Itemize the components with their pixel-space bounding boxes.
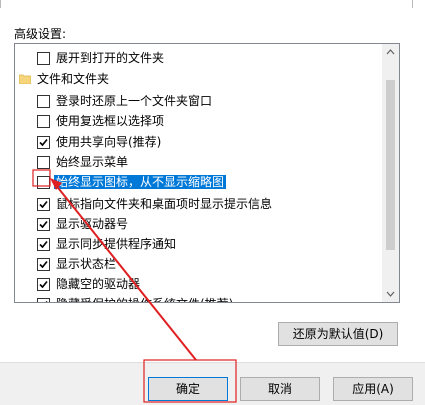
setting-checkbox[interactable] <box>37 218 50 231</box>
vertical-scrollbar[interactable] <box>382 44 399 302</box>
checkmark-icon <box>38 239 49 250</box>
setting-row[interactable]: 显示同步提供程序通知 <box>15 234 381 254</box>
setting-row[interactable]: 显示状态栏 <box>15 254 381 274</box>
settings-tree: 展开到打开的文件夹文件和文件夹登录时还原上一个文件夹窗口 使用复选框以选择项 使用共… <box>15 44 381 302</box>
setting-checkbox[interactable] <box>37 258 50 271</box>
ok-button[interactable]: 确定 <box>148 377 228 401</box>
setting-checkbox[interactable] <box>37 156 50 169</box>
folder-icon <box>18 73 32 85</box>
setting-row[interactable]: 使用复选框以选择项 <box>15 111 381 131</box>
setting-row[interactable]: 鼠标指向文件夹和桌面项时显示提示信息 <box>15 194 381 214</box>
setting-row[interactable]: 显示驱动器号 <box>15 214 381 234</box>
setting-checkbox[interactable] <box>37 198 50 211</box>
setting-checkbox[interactable] <box>37 52 50 65</box>
restore-defaults-button[interactable]: 还原为默认值(D) <box>278 322 398 346</box>
setting-label: 隐藏空的驱动器 <box>56 277 141 291</box>
scrollbar-thumb[interactable] <box>386 80 395 250</box>
checkmark-icon <box>38 279 49 290</box>
scroll-down-arrow-icon[interactable] <box>382 285 399 302</box>
setting-label: 鼠标指向文件夹和桌面项时显示提示信息 <box>56 197 273 211</box>
setting-checkbox[interactable] <box>37 238 50 251</box>
checkmark-icon <box>38 299 49 302</box>
checkmark-icon <box>38 137 49 148</box>
setting-label: 显示驱动器号 <box>56 217 129 231</box>
setting-checkbox[interactable] <box>37 95 50 108</box>
setting-label: 使用共享向导(推荐) <box>56 135 162 149</box>
apply-button[interactable]: 应用(A) <box>333 377 413 401</box>
cancel-button[interactable]: 取消 <box>240 377 320 401</box>
setting-label: 隐藏受保护的操作系统文件(推荐) <box>56 297 233 302</box>
advanced-settings-list[interactable]: 展开到打开的文件夹文件和文件夹登录时还原上一个文件夹窗口 使用复选框以选择项 使用共… <box>14 43 400 303</box>
advanced-settings-label: 高级设置: <box>14 27 67 41</box>
setting-row[interactable]: 始终显示图标，从不显示缩略图 <box>15 172 381 192</box>
setting-row[interactable]: 隐藏受保护的操作系统文件(推荐) <box>15 294 381 302</box>
setting-row[interactable]: 始终显示菜单 <box>15 152 381 172</box>
setting-label: 始终显示菜单 <box>56 155 129 169</box>
setting-label: 展开到打开的文件夹 <box>56 51 165 65</box>
window-edge-left <box>0 0 1 8</box>
checkmark-icon <box>38 199 49 210</box>
setting-label: 显示状态栏 <box>56 257 117 271</box>
scroll-up-arrow-icon[interactable] <box>382 44 399 61</box>
setting-label: 文件和文件夹 <box>37 72 110 86</box>
folder-group-row[interactable]: 文件和文件夹 <box>15 69 381 89</box>
checkmark-icon <box>38 219 49 230</box>
setting-row[interactable]: 展开到打开的文件夹 <box>15 48 381 68</box>
setting-label: 显示同步提供程序通知 <box>56 237 177 251</box>
setting-checkbox[interactable] <box>37 115 50 128</box>
setting-row[interactable]: 使用共享向导(推荐) <box>15 132 381 152</box>
setting-row[interactable]: 隐藏空的驱动器 <box>15 274 381 294</box>
setting-row[interactable]: 登录时还原上一个文件夹窗口 <box>15 91 381 111</box>
window-edge-right <box>412 0 413 8</box>
setting-label: 登录时还原上一个文件夹窗口 <box>56 94 213 108</box>
setting-label: 始终显示图标，从不显示缩略图 <box>54 175 227 189</box>
checkmark-icon <box>38 259 49 270</box>
setting-checkbox[interactable] <box>37 298 50 302</box>
setting-checkbox[interactable] <box>37 136 50 149</box>
setting-checkbox[interactable] <box>37 176 50 189</box>
setting-checkbox[interactable] <box>37 278 50 291</box>
setting-label: 使用复选框以选择项 <box>56 114 165 128</box>
